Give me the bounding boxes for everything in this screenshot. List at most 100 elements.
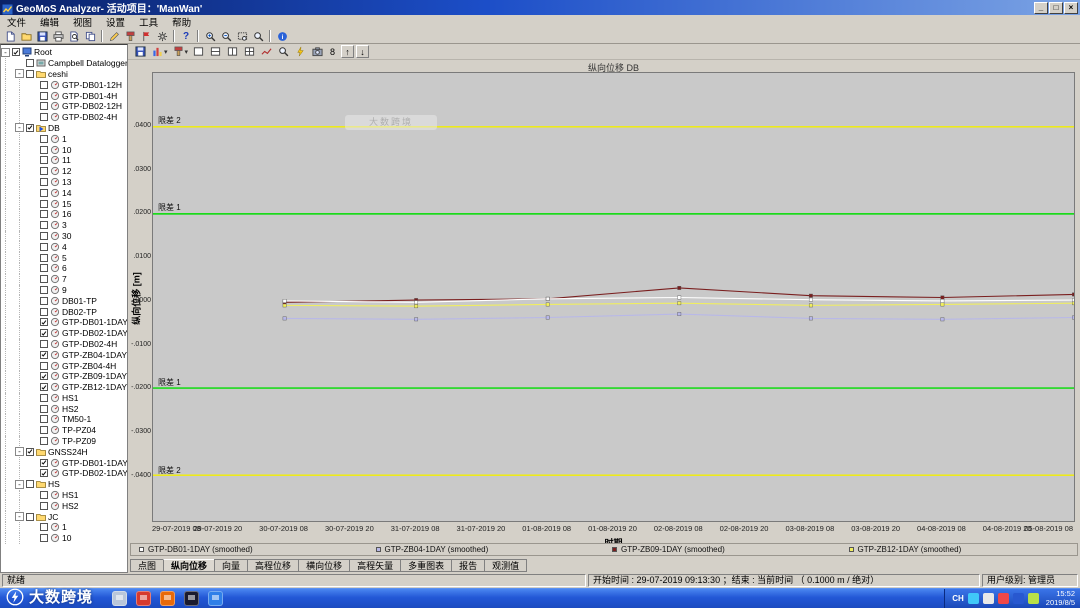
flag-tool-icon[interactable] (138, 29, 154, 43)
tree-item-14[interactable]: 14 (1, 187, 127, 198)
print-preview-icon[interactable] (66, 29, 82, 43)
language-indicator[interactable]: CH (952, 594, 964, 603)
checkbox[interactable] (40, 318, 48, 326)
menu-help[interactable]: 帮助 (165, 14, 198, 30)
tree-item-5[interactable]: 5 (1, 252, 127, 263)
tree-item-root[interactable]: -Root (1, 47, 127, 58)
tree-item-4[interactable]: 4 (1, 241, 127, 252)
tree-item-13[interactable]: 13 (1, 177, 127, 188)
checkbox[interactable] (40, 189, 48, 197)
highlight-tool-icon[interactable] (292, 45, 309, 59)
zoom-window-icon[interactable] (234, 29, 250, 43)
checkbox[interactable] (40, 459, 48, 467)
checkbox[interactable] (12, 48, 20, 56)
tree-item-gtp-zb04-1day[interactable]: GTP-ZB04-1DAY (1, 349, 127, 360)
checkbox[interactable] (40, 113, 48, 121)
checkbox[interactable] (40, 286, 48, 294)
tree-item-gtp-db02-12h[interactable]: GTP-DB02-12H (1, 101, 127, 112)
chevron-down-icon[interactable]: ▾ (185, 48, 189, 56)
tray-icon-1[interactable] (968, 593, 979, 604)
draw-tool-icon[interactable] (122, 29, 138, 43)
taskbar-app-2[interactable] (136, 591, 151, 606)
checkbox[interactable] (40, 254, 48, 262)
checkbox[interactable] (40, 362, 48, 370)
tab-vector[interactable]: 向量 (214, 559, 248, 572)
zoom-reset-icon[interactable] (250, 29, 266, 43)
checkbox[interactable] (40, 437, 48, 445)
expander-icon[interactable]: - (15, 447, 24, 456)
tree-item-hs2[interactable]: HS2 (1, 500, 127, 511)
menu-edit[interactable]: 编辑 (33, 14, 66, 30)
tree-item-gtp-db01-12h[interactable]: GTP-DB01-12H (1, 79, 127, 90)
info-icon[interactable]: i (274, 29, 290, 43)
tree-item-tp-pz09[interactable]: TP-PZ09 (1, 436, 127, 447)
checkbox[interactable] (40, 146, 48, 154)
tree-item-tm50-1[interactable]: TM50-1 (1, 414, 127, 425)
tab-transverse-displacement[interactable]: 横向位移 (298, 559, 350, 572)
expander-icon[interactable]: - (15, 480, 24, 489)
tree-item-gtp-db02-4h[interactable]: GTP-DB02-4H (1, 112, 127, 123)
tree-item-10[interactable]: 10 (1, 533, 127, 544)
checkbox[interactable] (40, 243, 48, 251)
tree-item-1[interactable]: 1 (1, 133, 127, 144)
tree-item-1[interactable]: 1 (1, 522, 127, 533)
zoom-tool-icon[interactable] (275, 45, 292, 59)
tree-item-ceshi[interactable]: -ceshi (1, 69, 127, 80)
taskbar-clock[interactable]: 15:52 2019/8/5 (1046, 590, 1075, 607)
checkbox[interactable] (40, 372, 48, 380)
tab-plot[interactable]: 点图 (130, 559, 164, 572)
layout-two-horizontal-icon[interactable] (207, 45, 224, 59)
tree-item-7[interactable]: 7 (1, 274, 127, 285)
tab-longitudinal-displacement[interactable]: 纵向位移 (163, 559, 215, 572)
tree-item-hs1[interactable]: HS1 (1, 490, 127, 501)
taskbar-app-1[interactable] (112, 591, 127, 606)
tree-item-3[interactable]: 3 (1, 220, 127, 231)
tree-item-12[interactable]: 12 (1, 166, 127, 177)
taskbar-app-5[interactable] (208, 591, 223, 606)
layout-four-icon[interactable] (241, 45, 258, 59)
tree-item-hs1[interactable]: HS1 (1, 393, 127, 404)
tree-item-9[interactable]: 9 (1, 285, 127, 296)
checkbox[interactable] (40, 469, 48, 477)
print-icon[interactable] (50, 29, 66, 43)
checkbox[interactable] (26, 59, 34, 67)
expander-icon[interactable]: - (15, 512, 24, 521)
tree-item-gtp-zb04-4h[interactable]: GTP-ZB04-4H (1, 360, 127, 371)
menu-settings[interactable]: 设置 (99, 14, 132, 30)
tree-item-gtp-db02-1day[interactable]: GTP-DB02-1DAY (1, 328, 127, 339)
checkbox[interactable] (26, 70, 34, 78)
checkbox[interactable] (40, 221, 48, 229)
checkbox[interactable] (40, 405, 48, 413)
tab-height-vector[interactable]: 高程矢量 (349, 559, 401, 572)
tree-item-gtp-db01-1day[interactable]: GTP-DB01-1DAY (1, 457, 127, 468)
tree-item-30[interactable]: 30 (1, 231, 127, 242)
tree-item-16[interactable]: 16 (1, 209, 127, 220)
tray-icon-3[interactable] (998, 593, 1009, 604)
plot-area[interactable]: 大数跨境 (152, 72, 1075, 522)
checkbox[interactable] (40, 383, 48, 391)
tree-item-6[interactable]: 6 (1, 263, 127, 274)
zoom-out-icon[interactable] (218, 29, 234, 43)
checkbox[interactable] (40, 178, 48, 186)
layout-two-vertical-icon[interactable] (224, 45, 241, 59)
checkbox[interactable] (40, 415, 48, 423)
checkbox[interactable] (40, 200, 48, 208)
checkbox[interactable] (40, 167, 48, 175)
settings-icon[interactable] (154, 29, 170, 43)
checkbox[interactable] (40, 491, 48, 499)
save-project-icon[interactable] (34, 29, 50, 43)
snapshot-icon[interactable] (309, 45, 326, 59)
checkbox[interactable] (40, 394, 48, 402)
checkbox[interactable] (40, 264, 48, 272)
expander-icon[interactable]: - (15, 69, 24, 78)
report-icon[interactable] (82, 29, 98, 43)
trend-view-icon[interactable] (258, 45, 275, 59)
expander-icon[interactable]: - (1, 48, 10, 57)
tree-item-10[interactable]: 10 (1, 144, 127, 155)
tree-item-db02-tp[interactable]: DB02-TP (1, 306, 127, 317)
tree-item-campbell-datalogger[interactable]: Campbell Datalogger (1, 58, 127, 69)
checkbox[interactable] (40, 523, 48, 531)
tree-item-gtp-zb09-1day[interactable]: GTP-ZB09-1DAY (1, 371, 127, 382)
edit-tool-icon[interactable] (106, 29, 122, 43)
scroll-down-button[interactable]: ↓ (356, 45, 369, 58)
